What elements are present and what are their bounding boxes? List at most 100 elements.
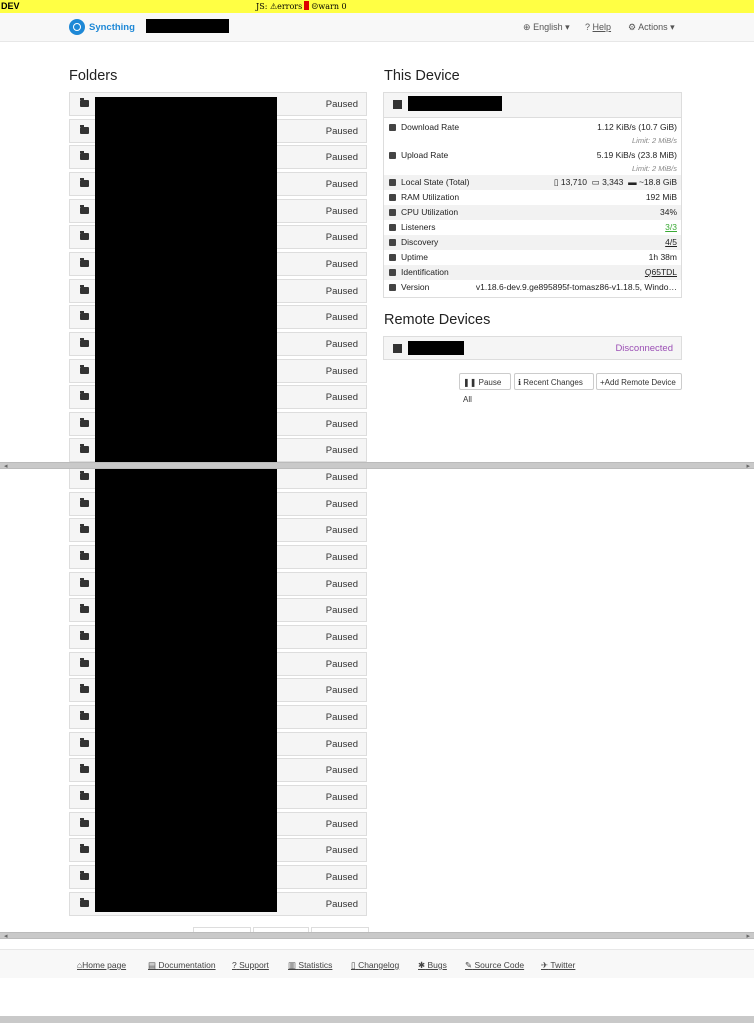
listeners-label: Listeners (401, 222, 436, 232)
upload-limit: Limit: 2 MiB/s (631, 164, 677, 173)
tag-icon (389, 284, 396, 291)
caret-down-icon: ▾ (670, 22, 675, 32)
ram-value: 192 MiB (645, 192, 677, 202)
folder-icon (80, 844, 89, 853)
folder-icon (80, 551, 89, 560)
local-size: ~18.8 GiB (638, 177, 677, 187)
this-device-header[interactable] (384, 93, 681, 118)
warn-label: warn 0 (318, 2, 347, 11)
source-code-link[interactable]: ✎ Source Code (465, 960, 524, 971)
clock-icon (389, 254, 396, 261)
cpu-value: 34% (659, 207, 677, 217)
home-icon (389, 179, 396, 186)
folder-icon (80, 471, 89, 480)
upload-rate-row: Upload Rate 5.19 KiB/s (23.8 MiB) Limit:… (384, 148, 681, 173)
folder-icon (80, 444, 89, 453)
pause-all-button[interactable]: ❚❚ Pause All (459, 373, 511, 404)
wrench-icon: ✎ (465, 960, 473, 970)
bottom-scrollbar[interactable] (0, 1016, 754, 1023)
remote-device-identicon (393, 344, 402, 353)
support-link[interactable]: ? Support (232, 960, 269, 970)
dashboard-icon (389, 209, 396, 216)
identification-link[interactable]: Q65TDL (645, 265, 677, 280)
folder-status: Paused (325, 99, 358, 110)
dev-toolbar: DEV JS: ⚠errors ☹warn 0 (0, 0, 754, 14)
navbar: Syncthing ⊕ English ▾ ? Help ⚙ Actions ▾ (0, 13, 754, 42)
recent-changes-button[interactable]: ℹ Recent Changes (514, 373, 594, 390)
folder-icon (80, 818, 89, 827)
download-rate-label: Download Rate (401, 122, 460, 132)
folder-status: Paused (325, 312, 358, 323)
folder-status: Paused (325, 579, 358, 590)
bugs-link[interactable]: ✱ Bugs (418, 960, 447, 971)
scroll-left-icon[interactable]: ◂ (4, 932, 8, 940)
folder-icon (80, 738, 89, 747)
folder-icon (80, 658, 89, 667)
folder-status: Paused (325, 685, 358, 696)
statistics-link[interactable]: ▥ Statistics (288, 960, 332, 971)
folder-icon (80, 285, 89, 294)
js-label: JS: (256, 2, 268, 11)
brand-logo[interactable]: Syncthing (69, 18, 135, 36)
folder-status: Paused (325, 739, 358, 750)
actions-label: Actions (638, 22, 668, 32)
file-icon: ▯ (351, 960, 356, 970)
version-label: Version (401, 282, 430, 292)
folder-icon (80, 98, 89, 107)
folder-status: Paused (325, 765, 358, 776)
scroll-left-icon[interactable]: ◂ (4, 462, 8, 470)
uptime-row: Uptime 1h 38m (384, 250, 681, 265)
local-files-count: 13,710 (560, 177, 587, 187)
dev-label: DEV (1, 1, 20, 11)
ram-row: RAM Utilization 192 MiB (384, 190, 681, 205)
cpu-row: CPU Utilization 34% (384, 205, 681, 220)
scroll-right-icon[interactable]: ▸ (746, 462, 750, 470)
error-indicator (304, 1, 310, 10)
folder-status: Paused (325, 392, 358, 403)
documentation-link[interactable]: ▤ Documentation (148, 960, 216, 971)
folder-icon (80, 258, 89, 267)
horizontal-scrollbar[interactable]: ◂ ▸ (0, 462, 754, 470)
language-menu[interactable]: ⊕ English ▾ (523, 22, 570, 33)
folder-status: Paused (325, 632, 358, 643)
actions-menu[interactable]: ⚙ Actions ▾ (628, 22, 675, 33)
folder-status: Paused (325, 232, 358, 243)
folder-status: Paused (325, 552, 358, 563)
folder-icon (80, 365, 89, 374)
discovery-link[interactable]: 4/5 (665, 235, 677, 250)
add-remote-device-button[interactable]: +Add Remote Device (596, 373, 682, 390)
footer: ⌂Home page ▤ Documentation ? Support ▥ S… (0, 949, 754, 978)
chart-icon: ▥ (288, 960, 297, 970)
folder-status: Paused (325, 605, 358, 616)
redacted-this-device-name (408, 96, 502, 111)
changelog-label: Changelog (358, 960, 400, 970)
listeners-link[interactable]: 3/3 (665, 220, 677, 235)
folder-status: Paused (325, 419, 358, 430)
folder-status: Paused (325, 845, 358, 856)
folder-icon (80, 524, 89, 533)
scroll-right-icon[interactable]: ▸ (746, 932, 750, 940)
qrcode-icon (389, 269, 396, 276)
gear-icon: ⚙ (628, 22, 637, 32)
help-link[interactable]: ? Help (585, 22, 611, 32)
signpost-icon (389, 239, 396, 246)
device-identicon (393, 100, 402, 109)
local-state-label: Local State (Total) (401, 177, 470, 187)
folder-status: Paused (325, 792, 358, 803)
folder-icon (80, 684, 89, 693)
folder-status: Paused (325, 206, 358, 217)
horizontal-scrollbar[interactable]: ◂ ▸ (0, 932, 754, 940)
home-page-link[interactable]: ⌂Home page (77, 960, 126, 970)
folder-icon (80, 791, 89, 800)
folder-icon (80, 764, 89, 773)
folder-icon (80, 498, 89, 507)
twitter-link[interactable]: ✈ Twitter (541, 960, 575, 971)
folder-status: Paused (325, 126, 358, 137)
changelog-link[interactable]: ▯ Changelog (351, 960, 399, 971)
redacted-remote-device-name (408, 341, 464, 355)
folder-icon (80, 338, 89, 347)
remote-device-row[interactable]: Disconnected (383, 336, 682, 360)
pause-icon: ❚❚ (463, 378, 477, 387)
folder-icon (80, 205, 89, 214)
question-icon: ? (232, 960, 237, 970)
